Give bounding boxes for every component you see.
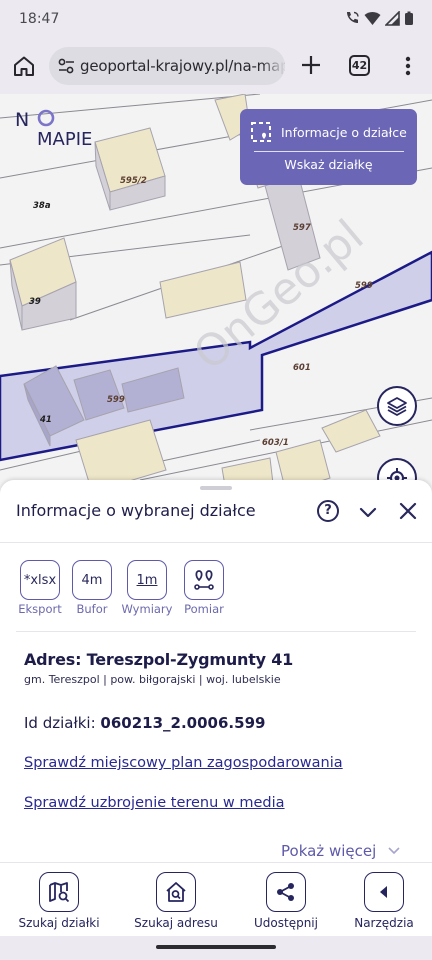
parcel-info-button[interactable]: Informacje o działce <box>250 117 410 147</box>
share-icon <box>266 872 306 912</box>
battery-icon <box>405 11 413 25</box>
url-fade <box>261 47 285 85</box>
parcel-id-label: Id działki: <box>24 714 96 732</box>
tool-label: Wymiary <box>121 602 173 616</box>
nav-share[interactable]: Udostępnij <box>241 872 331 930</box>
chevron-left-icon <box>364 872 404 912</box>
parcel-details-sheet: Informacje o wybranej działce ? *xlsx Ek… <box>0 480 432 862</box>
sheet-divider <box>0 542 432 543</box>
select-parcel-button[interactable]: Wskaż działkę <box>240 157 417 181</box>
nav-search-address[interactable]: Szukaj adresu <box>131 872 221 930</box>
system-gesture-bar <box>0 936 432 960</box>
wifi-icon <box>364 11 381 25</box>
nav-label: Szukaj działki <box>18 916 100 930</box>
parcel-label: 38a <box>33 201 51 211</box>
zoning-plan-link[interactable]: Sprawdź miejscowy plan zagospodarowania <box>24 755 343 771</box>
parcel-label: 595/2 <box>120 176 147 186</box>
new-tab-plus-icon[interactable] <box>298 52 324 78</box>
parcel-admin-units: gm. Tereszpol | pow. biłgorajski | woj. … <box>24 673 281 686</box>
nav-label: Szukaj adresu <box>134 916 218 930</box>
panel-divider <box>254 151 404 152</box>
chevron-down-icon <box>388 847 400 855</box>
parcel-label: 39 <box>29 297 41 307</box>
parcel-info-panel: Informacje o działce Wskaż działkę <box>240 109 417 185</box>
dimensions-icon: 1m <box>127 560 167 600</box>
tab-switcher-button[interactable]: 42 <box>349 55 370 76</box>
bottom-navigation: Szukaj działki Szukaj adresu Udostępnij … <box>0 862 432 936</box>
measure-pins-icon <box>184 560 224 600</box>
parcel-id: Id działki: 060213_2.0006.599 <box>24 714 265 732</box>
nav-label: Udostępnij <box>254 916 318 930</box>
buffer-button[interactable]: 4m Bufor <box>72 560 112 616</box>
signal-icon <box>385 10 400 26</box>
map-search-icon <box>39 872 79 912</box>
logo-text-n: N <box>15 109 29 131</box>
measure-button[interactable]: Pomiar <box>182 560 226 616</box>
nav-tools[interactable]: Narzędzia <box>339 872 429 930</box>
buffer-icon: 4m <box>72 560 112 600</box>
layers-icon <box>387 397 407 417</box>
wifi-calling-icon <box>347 11 359 23</box>
export-xlsx-icon: *xlsx <box>20 560 60 600</box>
parcel-label: 597 <box>293 223 311 233</box>
layers-button[interactable] <box>377 386 417 426</box>
home-search-icon <box>156 872 196 912</box>
tool-label: Bufor <box>76 602 108 616</box>
parcel-id-value: 060213_2.0006.599 <box>100 714 266 732</box>
help-icon[interactable]: ? <box>317 500 339 522</box>
show-more-label: Pokaż więcej <box>281 842 377 860</box>
tool-label: Eksport <box>18 602 62 616</box>
na-mapie-logo: N MAPIE <box>15 108 125 150</box>
sheet-drag-handle[interactable] <box>200 486 232 490</box>
browser-toolbar: geoportal-krajowy.pl/na-mapie 42 <box>0 38 432 94</box>
parcel-info-label: Informacje o działce <box>281 124 407 140</box>
parcel-label: 603/1 <box>262 438 289 448</box>
parcel-label: 599 <box>355 281 373 291</box>
sheet-title: Informacje o wybranej działce <box>16 501 256 520</box>
close-icon[interactable] <box>398 501 418 521</box>
dimensions-button[interactable]: 1m Wymiary <box>120 560 174 616</box>
kebab-menu-icon[interactable] <box>398 54 418 78</box>
nav-label: Narzędzia <box>354 916 414 930</box>
status-bar: 18:47 <box>0 0 432 38</box>
logo-location-pin-icon <box>37 109 55 127</box>
address-bar[interactable]: geoportal-krajowy.pl/na-mapie <box>49 47 285 85</box>
status-time: 18:47 <box>19 11 60 27</box>
tool-label: Pomiar <box>184 602 224 616</box>
select-area-icon <box>251 122 271 142</box>
home-icon[interactable] <box>12 54 36 78</box>
parcel-label: 41 <box>39 415 52 425</box>
parcel-address: Adres: Tereszpol-Zygmunty 41 <box>24 650 294 669</box>
logo-text-mapie: MAPIE <box>37 129 92 148</box>
site-settings-icon[interactable] <box>58 58 75 74</box>
chevron-down-icon[interactable] <box>358 502 378 522</box>
gesture-handle[interactable] <box>156 945 276 949</box>
parcel-label: 599 <box>107 395 125 405</box>
show-more-button[interactable]: Pokaż więcej <box>281 842 401 860</box>
sheet-divider <box>16 631 416 632</box>
parcel-label: 601 <box>293 363 311 373</box>
utilities-link[interactable]: Sprawdź uzbrojenie terenu w media <box>24 795 285 811</box>
status-icons <box>344 10 414 26</box>
nav-search-parcel[interactable]: Szukaj działki <box>14 872 104 930</box>
export-xlsx-button[interactable]: *xlsx Eksport <box>17 560 63 616</box>
url-text: geoportal-krajowy.pl/na-mapie <box>80 57 285 75</box>
